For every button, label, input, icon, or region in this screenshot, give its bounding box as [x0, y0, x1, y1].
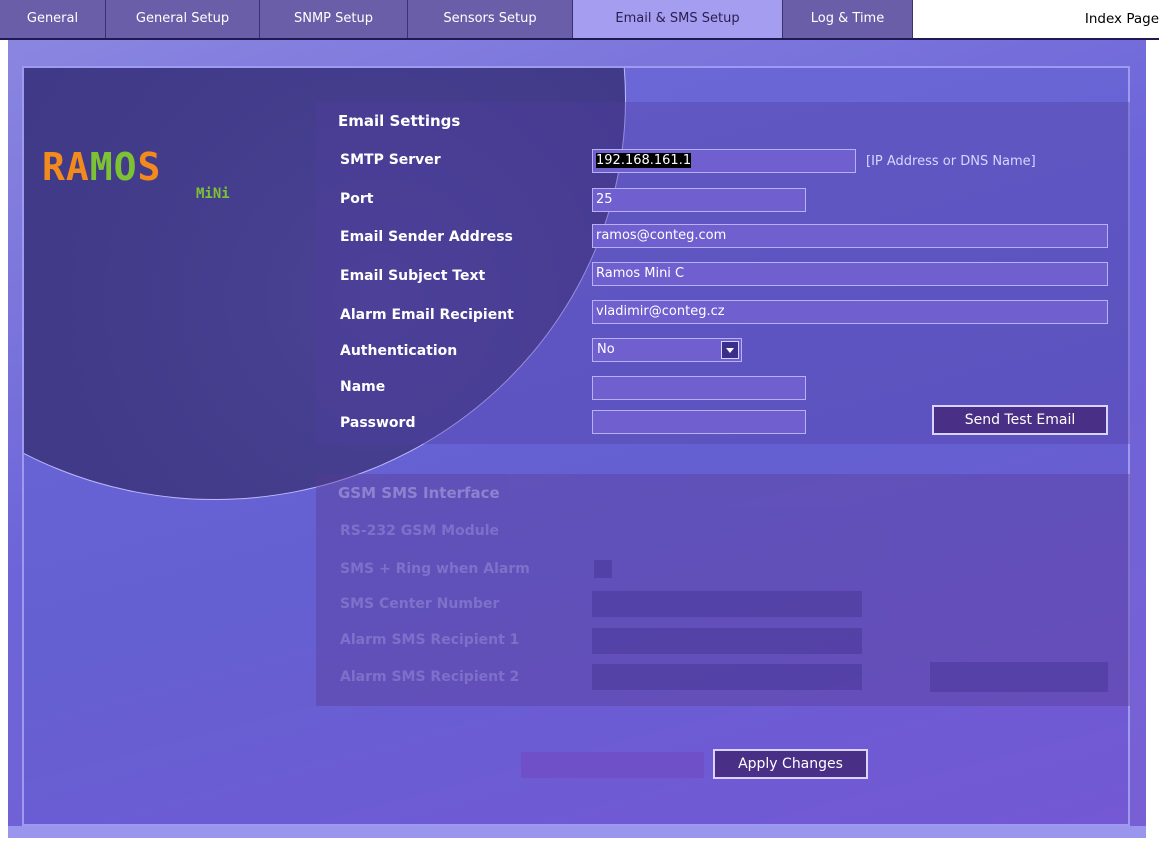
gsm-sms-title: GSM SMS Interface — [338, 484, 500, 502]
smtp-server-input[interactable]: 192.168.161.1 — [592, 149, 856, 173]
smtp-server-value: 192.168.161.1 — [596, 153, 692, 168]
apply-changes-button[interactable]: Apply Changes — [713, 749, 868, 779]
sender-address-input[interactable]: ramos@conteg.com — [592, 224, 1108, 248]
subject-text-input[interactable]: Ramos Mini C — [592, 262, 1108, 286]
subject-text-label: Email Subject Text — [340, 268, 486, 284]
send-test-email-button[interactable]: Send Test Email — [932, 405, 1108, 435]
tab-general[interactable]: General — [0, 0, 106, 38]
sms-ring-label: SMS + Ring when Alarm — [340, 561, 530, 577]
logo-sub-text: MiNi — [196, 186, 230, 202]
alarm-recipient-input[interactable]: vladimir@conteg.cz — [592, 300, 1108, 324]
authentication-select[interactable]: No — [592, 338, 742, 362]
email-settings-title: Email Settings — [338, 112, 461, 130]
gsm-sms-section: GSM SMS Interface RS-232 GSM Module SMS … — [316, 474, 1130, 706]
sms-center-input[interactable] — [592, 591, 862, 617]
smtp-server-hint: [IP Address or DNS Name] — [866, 154, 1036, 169]
sms-recipient-2-input[interactable] — [592, 664, 862, 690]
tab-sensors-setup[interactable]: Sensors Setup — [408, 0, 573, 38]
sender-address-label: Email Sender Address — [340, 229, 513, 245]
gsm-module-label: RS-232 GSM Module — [340, 523, 499, 539]
port-input[interactable]: 25 — [592, 188, 806, 212]
apply-status-bar — [521, 752, 704, 778]
tab-log-time[interactable]: Log & Time — [783, 0, 913, 38]
authentication-value: No — [597, 342, 615, 357]
send-test-sms-button[interactable] — [930, 662, 1108, 692]
sms-recipient-2-label: Alarm SMS Recipient 2 — [340, 669, 520, 685]
email-settings-section: Email Settings SMTP Server 192.168.161.1… — [316, 102, 1130, 444]
alarm-recipient-label: Alarm Email Recipient — [340, 307, 514, 323]
ramos-mini-logo: RAMOS MiNi — [42, 145, 230, 202]
sms-recipient-1-input[interactable] — [592, 628, 862, 654]
sms-recipient-1-label: Alarm SMS Recipient 1 — [340, 632, 520, 648]
top-navigation: General General Setup SNMP Setup Sensors… — [0, 0, 1159, 38]
sms-ring-checkbox[interactable] — [594, 560, 612, 578]
chevron-down-icon[interactable] — [721, 341, 739, 359]
index-page-link[interactable]: Index Page — [1020, 0, 1159, 38]
tab-snmp-setup[interactable]: SNMP Setup — [260, 0, 408, 38]
content-area: RAMOS MiNi Email Settings SMTP Server 19… — [8, 40, 1146, 826]
sms-center-label: SMS Center Number — [340, 596, 500, 612]
password-label: Password — [340, 415, 416, 431]
port-label: Port — [340, 191, 374, 207]
tab-email-sms-setup[interactable]: Email & SMS Setup — [573, 0, 783, 38]
name-label: Name — [340, 379, 386, 395]
tab-general-setup[interactable]: General Setup — [106, 0, 260, 38]
password-input[interactable] — [592, 410, 806, 434]
logo-main-text: RAMOS — [42, 145, 162, 189]
authentication-label: Authentication — [340, 343, 458, 359]
name-input[interactable] — [592, 376, 806, 400]
smtp-server-label: SMTP Server — [340, 152, 441, 168]
